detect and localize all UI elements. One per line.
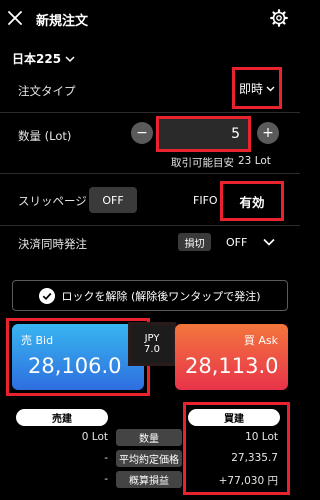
ask-price: 28,113.0: [185, 354, 279, 378]
quantity-decrement-button[interactable]: −: [131, 122, 153, 144]
minus-icon: −: [136, 125, 148, 141]
settlement-label: 決済同時発注: [18, 237, 87, 251]
chevron-down-icon: [65, 55, 75, 63]
available-value: 23 Lot: [238, 155, 271, 167]
slippage-label: スリッページ: [18, 194, 87, 208]
order-type-selector[interactable]: 即時: [232, 67, 282, 109]
pnl-row-label: 概算損益: [116, 471, 182, 488]
available-lots: 取引可能目安 23 Lot: [171, 155, 271, 170]
quantity-input[interactable]: 5: [156, 116, 251, 152]
close-icon[interactable]: [8, 11, 22, 25]
slippage-toggle[interactable]: OFF: [89, 187, 137, 213]
sell-quantity: 0 Lot: [81, 431, 108, 443]
ask-label: 買 Ask: [243, 334, 278, 347]
chevron-down-icon: [266, 85, 275, 92]
divider: [0, 112, 300, 113]
gear-icon[interactable]: [270, 9, 288, 27]
spread-box: JPY 7.0: [128, 322, 176, 366]
divider: [0, 173, 300, 174]
symbol-name: 日本225: [12, 52, 62, 66]
quantity-row-label: 数量: [116, 429, 182, 446]
quantity-value: 5: [231, 126, 240, 142]
sell-position-header: 売建: [16, 409, 108, 426]
buy-average-price: 27,335.7: [231, 452, 278, 464]
plus-icon: +: [262, 125, 274, 141]
fifo-toggle[interactable]: 有効: [220, 181, 284, 221]
spread-value: 7.0: [144, 344, 160, 355]
sell-pnl: -: [104, 473, 108, 485]
fifo-value: 有効: [239, 194, 265, 210]
ask-button[interactable]: 買 Ask 28,113.0: [175, 324, 288, 390]
settlement-value: OFF: [226, 236, 248, 249]
sell-average-price: -: [104, 452, 108, 464]
divider: [0, 225, 300, 226]
buy-quantity: 10 Lot: [245, 431, 278, 443]
stop-loss-badge: 損切: [178, 233, 211, 251]
average-price-row-label: 平均約定価格: [116, 450, 182, 467]
unlock-label: ロックを解除 (解除後ワンタップで発注): [61, 289, 261, 303]
quantity-label: 数量 (Lot): [18, 129, 72, 143]
fifo-label: FIFO: [193, 194, 218, 207]
order-type-label: 注文タイプ: [18, 84, 76, 98]
check-circle-icon: [39, 287, 56, 304]
chevron-down-icon[interactable]: [263, 238, 275, 246]
unlock-button[interactable]: ロックを解除 (解除後ワンタップで発注): [12, 280, 288, 311]
symbol-selector[interactable]: 日本225: [12, 50, 75, 67]
order-type-value: 即時: [238, 81, 263, 96]
available-label: 取引可能目安: [171, 157, 234, 169]
currency-label: JPY: [144, 333, 160, 344]
quantity-increment-button[interactable]: +: [257, 122, 279, 144]
page-title: 新規注文: [36, 14, 89, 29]
buy-pnl: +77,030 円: [218, 475, 278, 487]
